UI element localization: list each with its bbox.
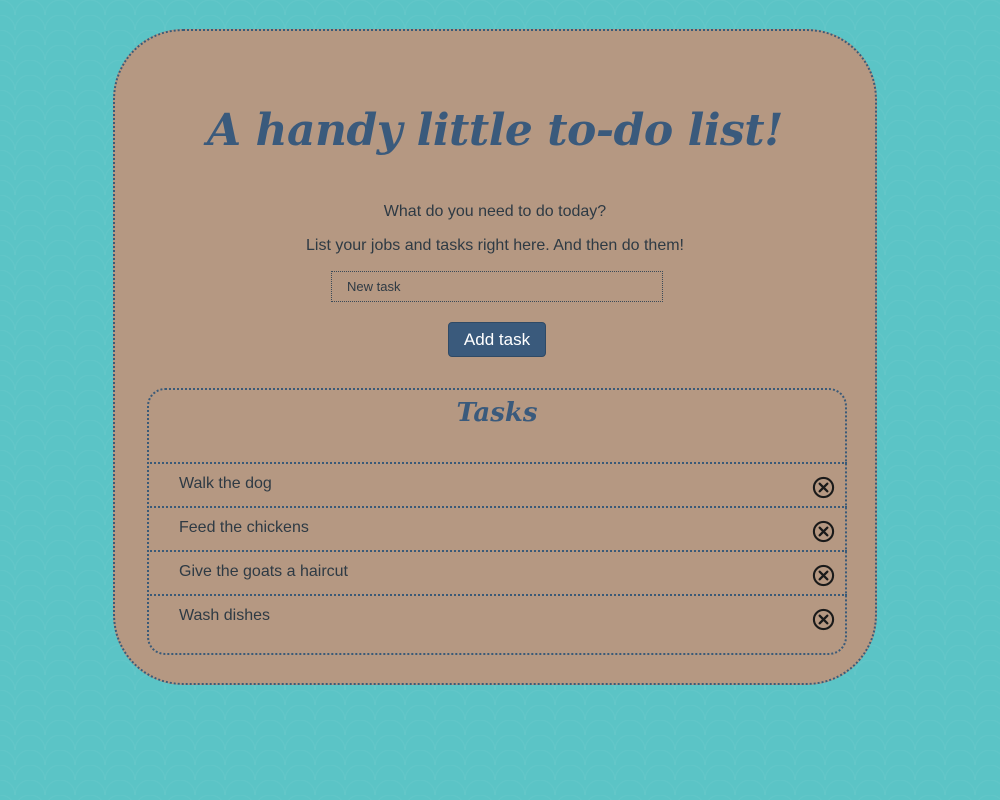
task-item: Walk the dog — [147, 462, 847, 506]
task-item: Wash dishes — [147, 594, 847, 638]
task-item: Feed the chickens — [147, 506, 847, 550]
new-task-input[interactable] — [331, 271, 663, 302]
intro-question: What do you need to do today? — [383, 203, 607, 220]
remove-circle-x-icon — [812, 608, 835, 631]
task-label: Give the goats a haircut — [179, 563, 348, 580]
task-label: Feed the chickens — [179, 519, 309, 536]
remove-task-button[interactable] — [812, 476, 835, 499]
remove-circle-x-icon — [812, 476, 835, 499]
intro-instruction: List your jobs and tasks right here. And… — [306, 237, 684, 254]
task-item: Give the goats a haircut — [147, 550, 847, 594]
page-title: A handy little to-do list! — [207, 105, 783, 156]
todo-card: A handy little to-do list! What do you n… — [113, 29, 877, 685]
add-task-button[interactable]: Add task — [448, 322, 546, 357]
tasks-panel: Tasks Walk the dog Feed the chickens Giv… — [147, 388, 847, 655]
task-label: Wash dishes — [179, 607, 270, 624]
remove-task-button[interactable] — [812, 608, 835, 631]
remove-circle-x-icon — [812, 520, 835, 543]
remove-circle-x-icon — [812, 564, 835, 587]
task-label: Walk the dog — [179, 475, 272, 492]
task-list: Walk the dog Feed the chickens Give the … — [147, 462, 847, 638]
remove-task-button[interactable] — [812, 564, 835, 587]
tasks-heading: Tasks — [456, 398, 538, 428]
remove-task-button[interactable] — [812, 520, 835, 543]
